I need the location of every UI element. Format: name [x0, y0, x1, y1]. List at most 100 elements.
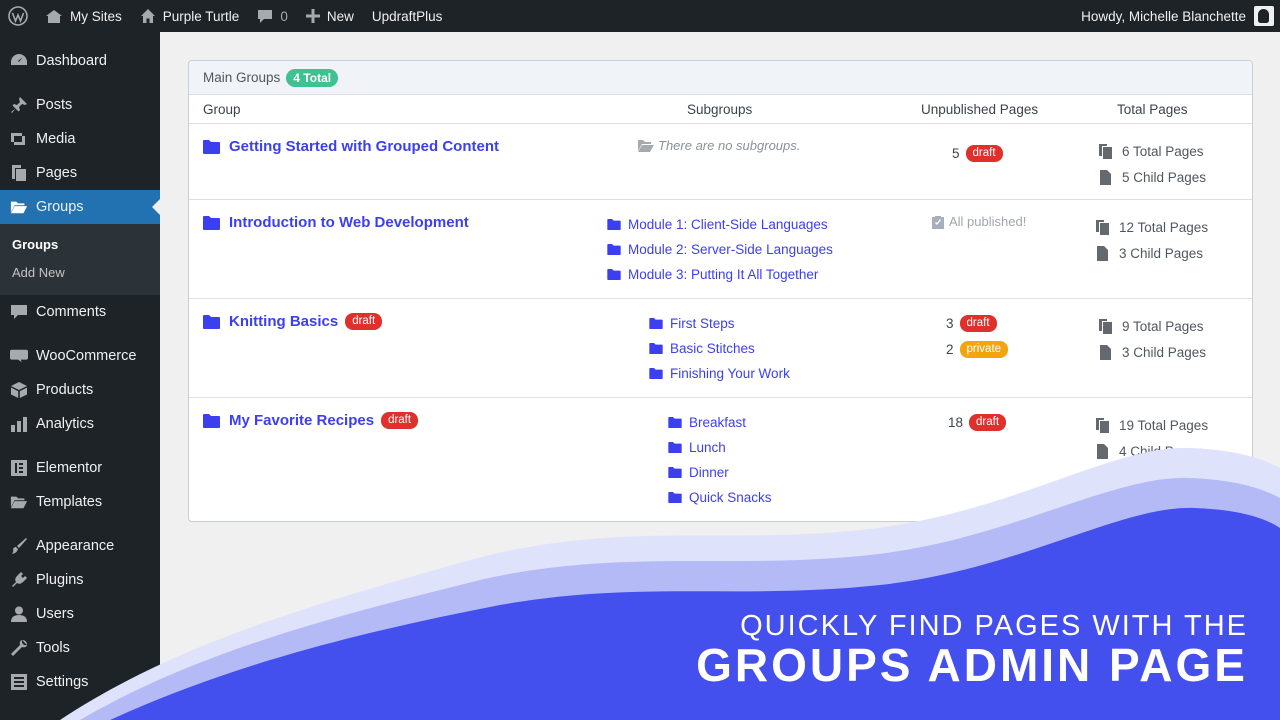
group-link[interactable]: Introduction to Web Development	[203, 214, 469, 231]
plug-icon	[10, 571, 28, 589]
subgroup-link[interactable]: Quick Snacks	[668, 485, 772, 510]
home-icon	[140, 9, 155, 23]
sidebar-label-pages: Pages	[36, 165, 78, 181]
unpublished-cell: 5 draft	[952, 140, 1003, 166]
sidebar-label-groups: Groups	[36, 199, 84, 215]
sidebar-label-plugins: Plugins	[36, 572, 84, 588]
clipboard-check-icon	[932, 215, 944, 229]
pages-icon	[1096, 219, 1109, 235]
unpublished-count: 3	[946, 315, 954, 331]
sidebar-item-media[interactable]: Media	[0, 122, 160, 156]
sidebar-item-plugins[interactable]: Plugins	[0, 563, 160, 597]
subgroup-list: Breakfast Lunch Dinner Quick Snacks	[668, 410, 772, 510]
column-header-subgroups: Subgroups	[687, 102, 753, 117]
all-published-note: All published!	[932, 214, 1026, 229]
comments-menu[interactable]: 0	[248, 0, 297, 32]
avatar	[1254, 6, 1274, 26]
sidebar-label-elementor: Elementor	[36, 460, 103, 476]
total-pages-cell: 12 Total Pages 3 Child Pages	[1096, 214, 1208, 266]
sidebar-item-settings[interactable]: Settings	[0, 665, 160, 699]
subgroup-link[interactable]: Dinner	[668, 460, 772, 485]
group-name: Getting Started with Grouped Content	[229, 138, 499, 155]
subgroup-name: Module 2: Server-Side Languages	[628, 242, 833, 257]
pages-icon	[1099, 143, 1112, 159]
sidebar-item-tools[interactable]: Tools	[0, 631, 160, 665]
user-icon	[10, 605, 28, 623]
child-pages-count: 5 Child Pages	[1122, 169, 1207, 185]
sidebar-item-woocommerce[interactable]: WooCommerce	[0, 339, 160, 373]
wordpress-logo-icon[interactable]	[0, 0, 36, 32]
sidebar-item-appearance[interactable]: Appearance	[0, 529, 160, 563]
submenu-item-add-new[interactable]: Add New	[0, 259, 160, 287]
sidebar-item-dashboard[interactable]: Dashboard	[0, 44, 160, 78]
column-header-group: Group	[203, 102, 241, 117]
sidebar-item-products[interactable]: Products	[0, 373, 160, 407]
group-link[interactable]: My Favorite Recipes draft	[203, 412, 419, 429]
paintbrush-icon	[10, 537, 28, 555]
subgroup-name: Breakfast	[689, 415, 747, 430]
panel-title: Main Groups	[203, 70, 281, 85]
group-status-badge: draft	[381, 412, 419, 429]
sidebar-item-posts[interactable]: Posts	[0, 88, 160, 122]
subgroup-link[interactable]: Module 2: Server-Side Languages	[607, 237, 833, 262]
sidebar-item-elementor[interactable]: Elementor	[0, 451, 160, 485]
unpublished-cell: 18 draft	[948, 409, 1007, 435]
new-label: New	[326, 8, 354, 24]
folder-open-icon	[10, 493, 28, 511]
table-row: Introduction to Web Development Module 1…	[189, 200, 1252, 299]
folder-icon	[668, 417, 682, 428]
sidebar-label-analytics: Analytics	[36, 416, 95, 432]
comment-bubble-icon	[10, 303, 28, 321]
subgroup-link[interactable]: Module 1: Client-Side Languages	[607, 212, 833, 237]
dashboard-gauge-icon	[10, 52, 28, 70]
account-menu[interactable]: Howdy, Michelle Blanchette	[1072, 0, 1280, 32]
subgroup-link[interactable]: Lunch	[668, 435, 772, 460]
sidebar-item-templates[interactable]: Templates	[0, 485, 160, 519]
group-link[interactable]: Knitting Basics draft	[203, 313, 383, 330]
site-name-menu[interactable]: Purple Turtle	[131, 0, 249, 32]
subgroup-link[interactable]: Basic Stitches	[649, 336, 790, 361]
groups-submenu: Groups Add New	[0, 224, 160, 295]
sidebar-label-settings: Settings	[36, 674, 89, 690]
column-header-total-pages: Total Pages	[1117, 102, 1188, 117]
group-name: Knitting Basics	[229, 313, 339, 330]
admin-bar: My Sites Purple Turtle 0 New UpdraftPlus…	[0, 0, 1280, 32]
total-pages-count: 6 Total Pages	[1122, 143, 1204, 159]
folder-icon	[607, 244, 621, 255]
updraftplus-menu[interactable]: UpdraftPlus	[363, 0, 452, 32]
total-pages-count: 12 Total Pages	[1119, 219, 1209, 235]
subgroup-name: Dinner	[689, 465, 729, 480]
howdy-label: Howdy, Michelle Blanchette	[1081, 8, 1246, 24]
folder-icon	[649, 343, 663, 354]
subgroup-link[interactable]: First Steps	[649, 311, 790, 336]
group-name: My Favorite Recipes	[229, 412, 375, 429]
all-published-text: All published!	[949, 214, 1027, 229]
page-icon	[1100, 344, 1111, 360]
subgroup-name: Basic Stitches	[670, 341, 755, 356]
table-header: Group Subgroups Unpublished Pages Total …	[189, 95, 1252, 124]
pages-icon	[1096, 417, 1109, 433]
no-subgroups-note: There are no subgroups.	[638, 138, 800, 153]
sidebar-item-pages[interactable]: Pages	[0, 156, 160, 190]
sidebar-item-users[interactable]: Users	[0, 597, 160, 631]
subgroup-name: Module 3: Putting It All Together	[628, 267, 819, 282]
unpublished-count: 2	[946, 341, 954, 357]
folder-icon	[649, 368, 663, 379]
total-pages-count: 19 Total Pages	[1119, 417, 1209, 433]
banner-line-2: GROUPS ADMIN PAGE	[696, 639, 1248, 691]
my-sites-menu[interactable]: My Sites	[36, 0, 131, 32]
sidebar-item-groups[interactable]: Groups	[0, 190, 160, 224]
subgroup-name: Module 1: Client-Side Languages	[628, 217, 828, 232]
sidebar-item-analytics[interactable]: Analytics	[0, 407, 160, 441]
sidebar-label-appearance: Appearance	[36, 538, 115, 554]
subgroup-link[interactable]: Module 3: Putting It All Together	[607, 262, 833, 287]
total-pages-cell: 19 Total Pages 4 Child Pages	[1096, 412, 1208, 464]
subgroup-link[interactable]: Breakfast	[668, 410, 772, 435]
subgroup-link[interactable]: Finishing Your Work	[649, 361, 790, 386]
group-link[interactable]: Getting Started with Grouped Content	[203, 138, 499, 155]
sidebar-item-comments[interactable]: Comments	[0, 295, 160, 329]
new-content-menu[interactable]: New	[297, 0, 363, 32]
submenu-item-groups[interactable]: Groups	[0, 231, 160, 259]
sidebar-label-tools: Tools	[36, 640, 70, 656]
page-icon	[1097, 245, 1108, 261]
